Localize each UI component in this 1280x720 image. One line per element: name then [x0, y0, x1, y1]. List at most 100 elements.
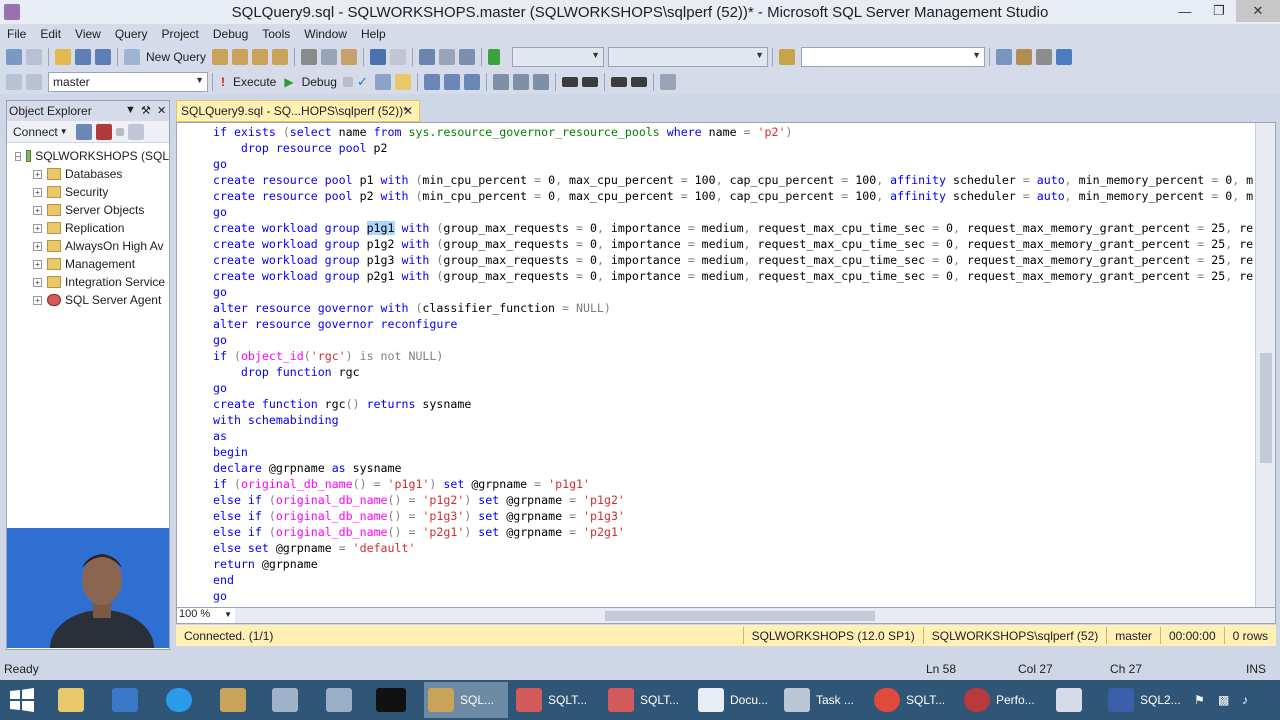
- expand-icon[interactable]: +: [33, 169, 42, 179]
- connect-db-engine-icon[interactable]: [75, 123, 92, 140]
- connect-button[interactable]: Connect: [13, 125, 58, 139]
- horizontal-scroll-thumb[interactable]: [605, 611, 875, 621]
- change-connection-icon[interactable]: [26, 73, 42, 90]
- parse-icon[interactable]: ✓: [357, 74, 371, 90]
- collapse-icon[interactable]: –: [15, 151, 22, 161]
- open-file-icon[interactable]: [55, 48, 71, 65]
- tab-sqlquery9[interactable]: SQLQuery9.sql - SQ...HOPS\sqlperf (52))*…: [176, 100, 420, 122]
- solution-configurations-select[interactable]: ▼: [512, 46, 605, 67]
- menu-project[interactable]: Project: [155, 27, 206, 41]
- taskbar-sqlt-2[interactable]: SQLT...: [604, 682, 690, 718]
- taskbar-task-manager[interactable]: Task ...: [780, 682, 864, 718]
- menu-view[interactable]: View: [68, 27, 108, 41]
- add-item-icon[interactable]: [26, 48, 42, 65]
- expand-icon[interactable]: +: [33, 205, 42, 215]
- comment-icon[interactable]: [561, 76, 578, 87]
- connect-icon[interactable]: [6, 73, 22, 90]
- menu-debug[interactable]: Debug: [206, 27, 255, 41]
- navigate-forward-icon[interactable]: [439, 48, 456, 65]
- new-query-icon[interactable]: [124, 48, 140, 65]
- taskbar-perfmon[interactable]: Perfo...: [960, 682, 1048, 718]
- tree-node-security[interactable]: + Security: [7, 183, 169, 201]
- taskbar-powershell[interactable]: [112, 682, 144, 718]
- dmx-query-icon[interactable]: [232, 48, 249, 65]
- taskbar-notes[interactable]: [272, 682, 304, 718]
- taskbar-document[interactable]: Docu...: [694, 682, 774, 718]
- menu-window[interactable]: Window: [297, 27, 354, 41]
- analysis-query-icon[interactable]: [272, 48, 289, 65]
- pin-icon[interactable]: ⚒: [141, 104, 151, 117]
- taskbar-calculator[interactable]: [1056, 682, 1088, 718]
- results-grid-icon[interactable]: [512, 73, 529, 90]
- taskbar-explorer[interactable]: [58, 682, 90, 718]
- horizontal-scrollbar[interactable]: [235, 608, 1275, 623]
- toolbox-icon[interactable]: [1056, 48, 1073, 65]
- menu-query[interactable]: Query: [108, 27, 155, 41]
- expand-icon[interactable]: +: [33, 241, 42, 251]
- taskbar-ie[interactable]: [166, 682, 198, 718]
- tree-node-replication[interactable]: + Replication: [7, 219, 169, 237]
- find-in-files-icon[interactable]: [779, 48, 796, 65]
- object-explorer-icon[interactable]: [1016, 48, 1033, 65]
- tree-node-sql-server-agent[interactable]: + SQL Server Agent: [7, 291, 169, 309]
- taskbar-sql2[interactable]: SQL2...: [1104, 682, 1186, 718]
- filter-icon[interactable]: [127, 123, 144, 140]
- database-select[interactable]: master ▼: [48, 71, 208, 92]
- copy-icon[interactable]: [321, 48, 338, 65]
- taskbar-chrome[interactable]: SQLT...: [870, 682, 954, 718]
- menu-edit[interactable]: Edit: [33, 27, 68, 41]
- undo-icon[interactable]: [370, 48, 387, 65]
- sql-code[interactable]: if exists (select name from sys.resource…: [213, 124, 1253, 604]
- tree-node-alwayson[interactable]: + AlwaysOn High Av: [7, 237, 169, 255]
- close-button[interactable]: ✕: [1236, 0, 1280, 22]
- expand-icon[interactable]: +: [33, 277, 42, 287]
- mdx-query-icon[interactable]: [212, 48, 229, 65]
- taskbar-cmd[interactable]: [376, 682, 412, 718]
- execute-button[interactable]: Execute: [233, 75, 276, 89]
- execute-icon[interactable]: !: [221, 75, 225, 89]
- disconnect-icon[interactable]: [95, 123, 112, 140]
- cut-icon[interactable]: [301, 48, 318, 65]
- new-query-button[interactable]: New Query: [146, 50, 206, 64]
- debug-button[interactable]: Debug: [302, 75, 337, 89]
- uncomment-icon[interactable]: [581, 76, 598, 87]
- tray-flag-icon[interactable]: ⚑: [1194, 682, 1205, 718]
- windows-start-icon[interactable]: [8, 686, 36, 714]
- tree-node-databases[interactable]: + Databases: [7, 165, 169, 183]
- tray-network-icon[interactable]: ▩: [1218, 682, 1229, 718]
- taskbar-tools[interactable]: [220, 682, 252, 718]
- results-file-icon[interactable]: [532, 73, 549, 90]
- screenshot-icon[interactable]: [459, 48, 476, 65]
- menu-help[interactable]: Help: [354, 27, 393, 41]
- tree-node-server[interactable]: – SQLWORKSHOPS (SQL: [7, 147, 169, 165]
- tree-node-management[interactable]: + Management: [7, 255, 169, 273]
- cancel-query-icon[interactable]: [342, 76, 353, 87]
- include-plan-icon[interactable]: [423, 73, 440, 90]
- display-plan-icon[interactable]: [374, 73, 391, 90]
- menu-tools[interactable]: Tools: [255, 27, 297, 41]
- save-all-icon[interactable]: [95, 48, 111, 65]
- query-editor[interactable]: if exists (select name from sys.resource…: [176, 122, 1276, 608]
- stop-icon[interactable]: [115, 127, 124, 136]
- properties-icon[interactable]: [1036, 48, 1053, 65]
- vertical-scrollbar[interactable]: [1255, 123, 1275, 607]
- expand-icon[interactable]: +: [33, 295, 42, 305]
- tree-node-server-objects[interactable]: + Server Objects: [7, 201, 169, 219]
- redo-icon[interactable]: [390, 48, 407, 65]
- client-stats-icon[interactable]: [463, 73, 480, 90]
- taskbar-ssms[interactable]: SQL...: [424, 682, 508, 718]
- tray-volume-icon[interactable]: ♪: [1242, 682, 1248, 718]
- xmla-query-icon[interactable]: [252, 48, 269, 65]
- solution-platforms-select[interactable]: ▼: [608, 46, 769, 67]
- tree-node-integration-services[interactable]: + Integration Service: [7, 273, 169, 291]
- zoom-select[interactable]: 100 % ▼: [177, 608, 235, 623]
- save-icon[interactable]: [75, 48, 91, 65]
- registered-servers-icon[interactable]: [996, 48, 1013, 65]
- decrease-indent-icon[interactable]: [610, 76, 627, 87]
- menu-file[interactable]: File: [0, 27, 33, 41]
- panel-menu-icon[interactable]: ▼: [125, 104, 136, 116]
- close-panel-icon[interactable]: ✕: [157, 104, 166, 117]
- expand-icon[interactable]: +: [33, 187, 42, 197]
- vertical-scroll-thumb[interactable]: [1260, 353, 1272, 463]
- results-text-icon[interactable]: [492, 73, 509, 90]
